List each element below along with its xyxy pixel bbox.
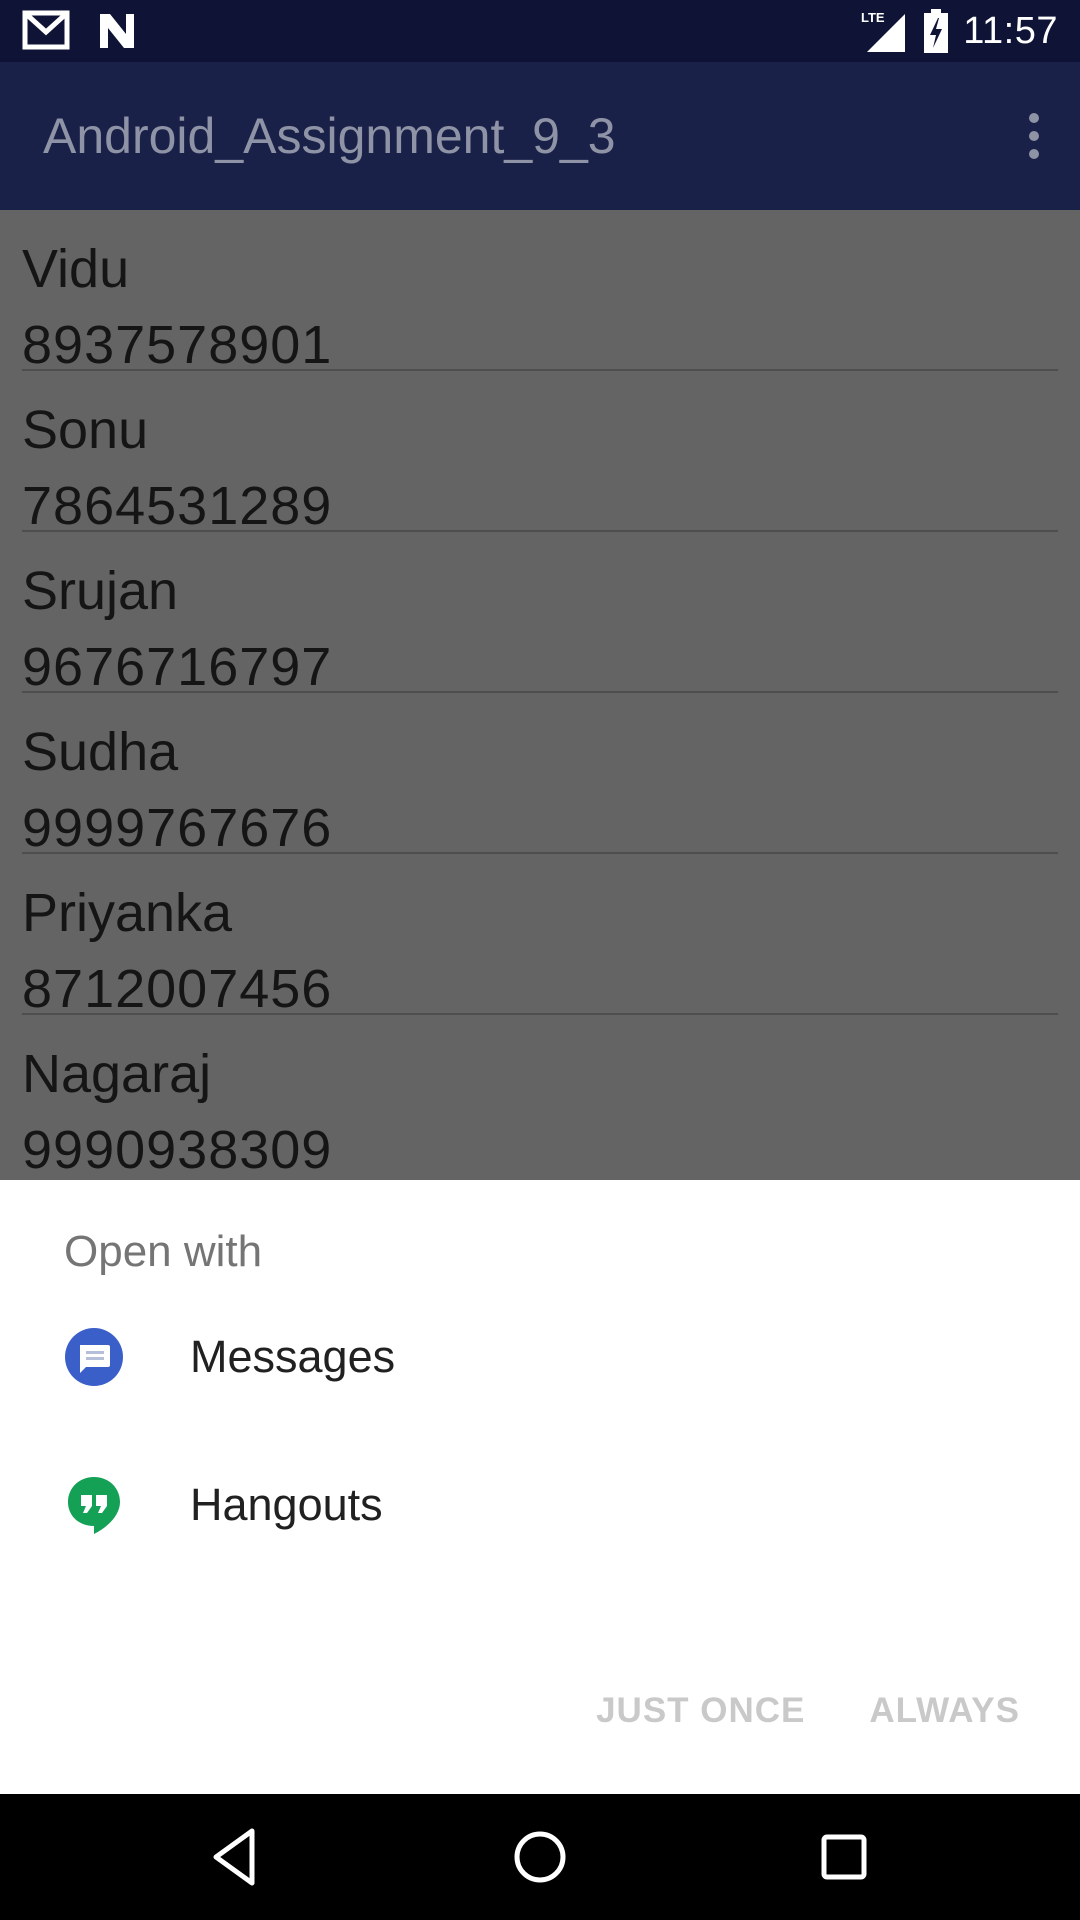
list-item[interactable]: Sudha 9999767676	[22, 693, 1058, 858]
list-item[interactable]: Sonu 7864531289	[22, 371, 1058, 536]
chooser-actions: JUST ONCE ALWAYS	[596, 1691, 1020, 1731]
gmail-icon	[22, 10, 70, 50]
clock: 11:57	[963, 9, 1058, 52]
navigation-bar	[0, 1794, 1080, 1920]
contact-list: Vidu 8937578901 Sonu 7864531289 Srujan 9…	[0, 210, 1080, 1180]
contact-name: Sonu	[22, 400, 149, 460]
chooser-sheet: Open with Messages Hangouts JUST ONCE AL…	[0, 1181, 1080, 1794]
contact-phone: 8937578901	[22, 315, 333, 375]
list-item[interactable]: Priyanka 8712007456	[22, 854, 1058, 1019]
chooser-item-label: Messages	[190, 1331, 396, 1382]
signal-icon: LTE	[861, 10, 906, 52]
status-left-icons	[22, 10, 138, 52]
status-bar: LTE 11:57	[0, 0, 1080, 62]
contact-name: Priyanka	[22, 883, 233, 943]
contact-phone: 7864531289	[22, 476, 333, 536]
status-right: LTE 11:57	[859, 0, 1058, 62]
chooser-heading: Open with	[64, 1227, 263, 1276]
always-button[interactable]: ALWAYS	[869, 1691, 1020, 1731]
recents-icon[interactable]	[812, 1825, 876, 1889]
contact-name: Srujan	[22, 561, 179, 621]
contact-phone: 9676716797	[22, 637, 333, 697]
notification-n-icon	[100, 14, 134, 48]
chooser-item-hangouts[interactable]: Hangouts	[0, 1431, 1080, 1579]
chooser-item-messages[interactable]: Messages	[0, 1283, 1080, 1431]
more-vert-icon[interactable]	[1014, 110, 1054, 162]
just-once-button[interactable]: JUST ONCE	[596, 1691, 805, 1731]
hangouts-icon	[68, 1477, 120, 1534]
contact-name: Sudha	[22, 722, 179, 782]
chooser-item-label: Hangouts	[190, 1479, 383, 1530]
contact-name: Vidu	[22, 239, 130, 299]
contact-phone: 9990938309	[22, 1120, 333, 1180]
messages-icon	[65, 1328, 123, 1386]
home-icon[interactable]	[508, 1825, 572, 1889]
battery-charging-icon	[924, 9, 949, 53]
list-item[interactable]: Vidu 8937578901	[22, 210, 1058, 375]
contact-name: Nagaraj	[22, 1044, 212, 1104]
back-icon[interactable]	[204, 1825, 268, 1889]
list-item[interactable]: Nagaraj 9990938309	[22, 1015, 1058, 1180]
contact-phone: 8712007456	[22, 959, 333, 1019]
contact-phone: 9999767676	[22, 798, 333, 858]
lte-label: LTE	[861, 10, 885, 25]
app-title: Android_Assignment_9_3	[43, 108, 616, 164]
app-bar: Android_Assignment_9_3	[0, 62, 1080, 210]
list-item[interactable]: Srujan 9676716797	[22, 532, 1058, 697]
